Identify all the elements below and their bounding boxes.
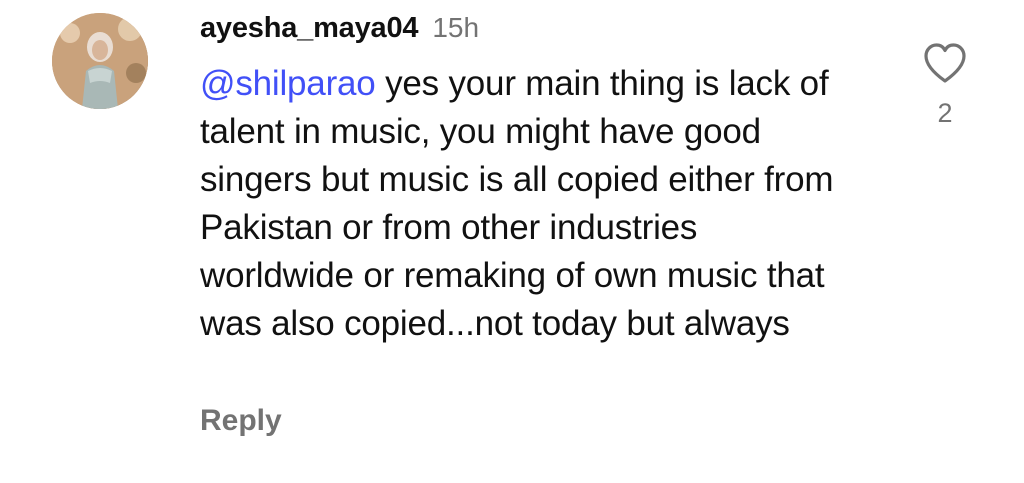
avatar[interactable] (52, 13, 148, 109)
like-count: 2 (937, 98, 953, 128)
like-area: 2 (918, 42, 972, 129)
comment-text: @shilparao yes your main thing is lack o… (200, 60, 860, 348)
heart-outline-icon[interactable] (922, 42, 968, 84)
comment-header: ayesha_maya04 15h (200, 12, 479, 52)
comment: ayesha_maya04 15h @shilparao yes your ma… (0, 0, 1024, 483)
avatar-photo (52, 13, 148, 109)
username[interactable]: ayesha_maya04 (200, 12, 419, 45)
comment-body: yes your main thing is lack of talent in… (200, 64, 834, 343)
reply-button[interactable]: Reply (200, 404, 282, 438)
mention-link[interactable]: @shilparao (200, 64, 376, 103)
timestamp: 15h (432, 12, 480, 43)
